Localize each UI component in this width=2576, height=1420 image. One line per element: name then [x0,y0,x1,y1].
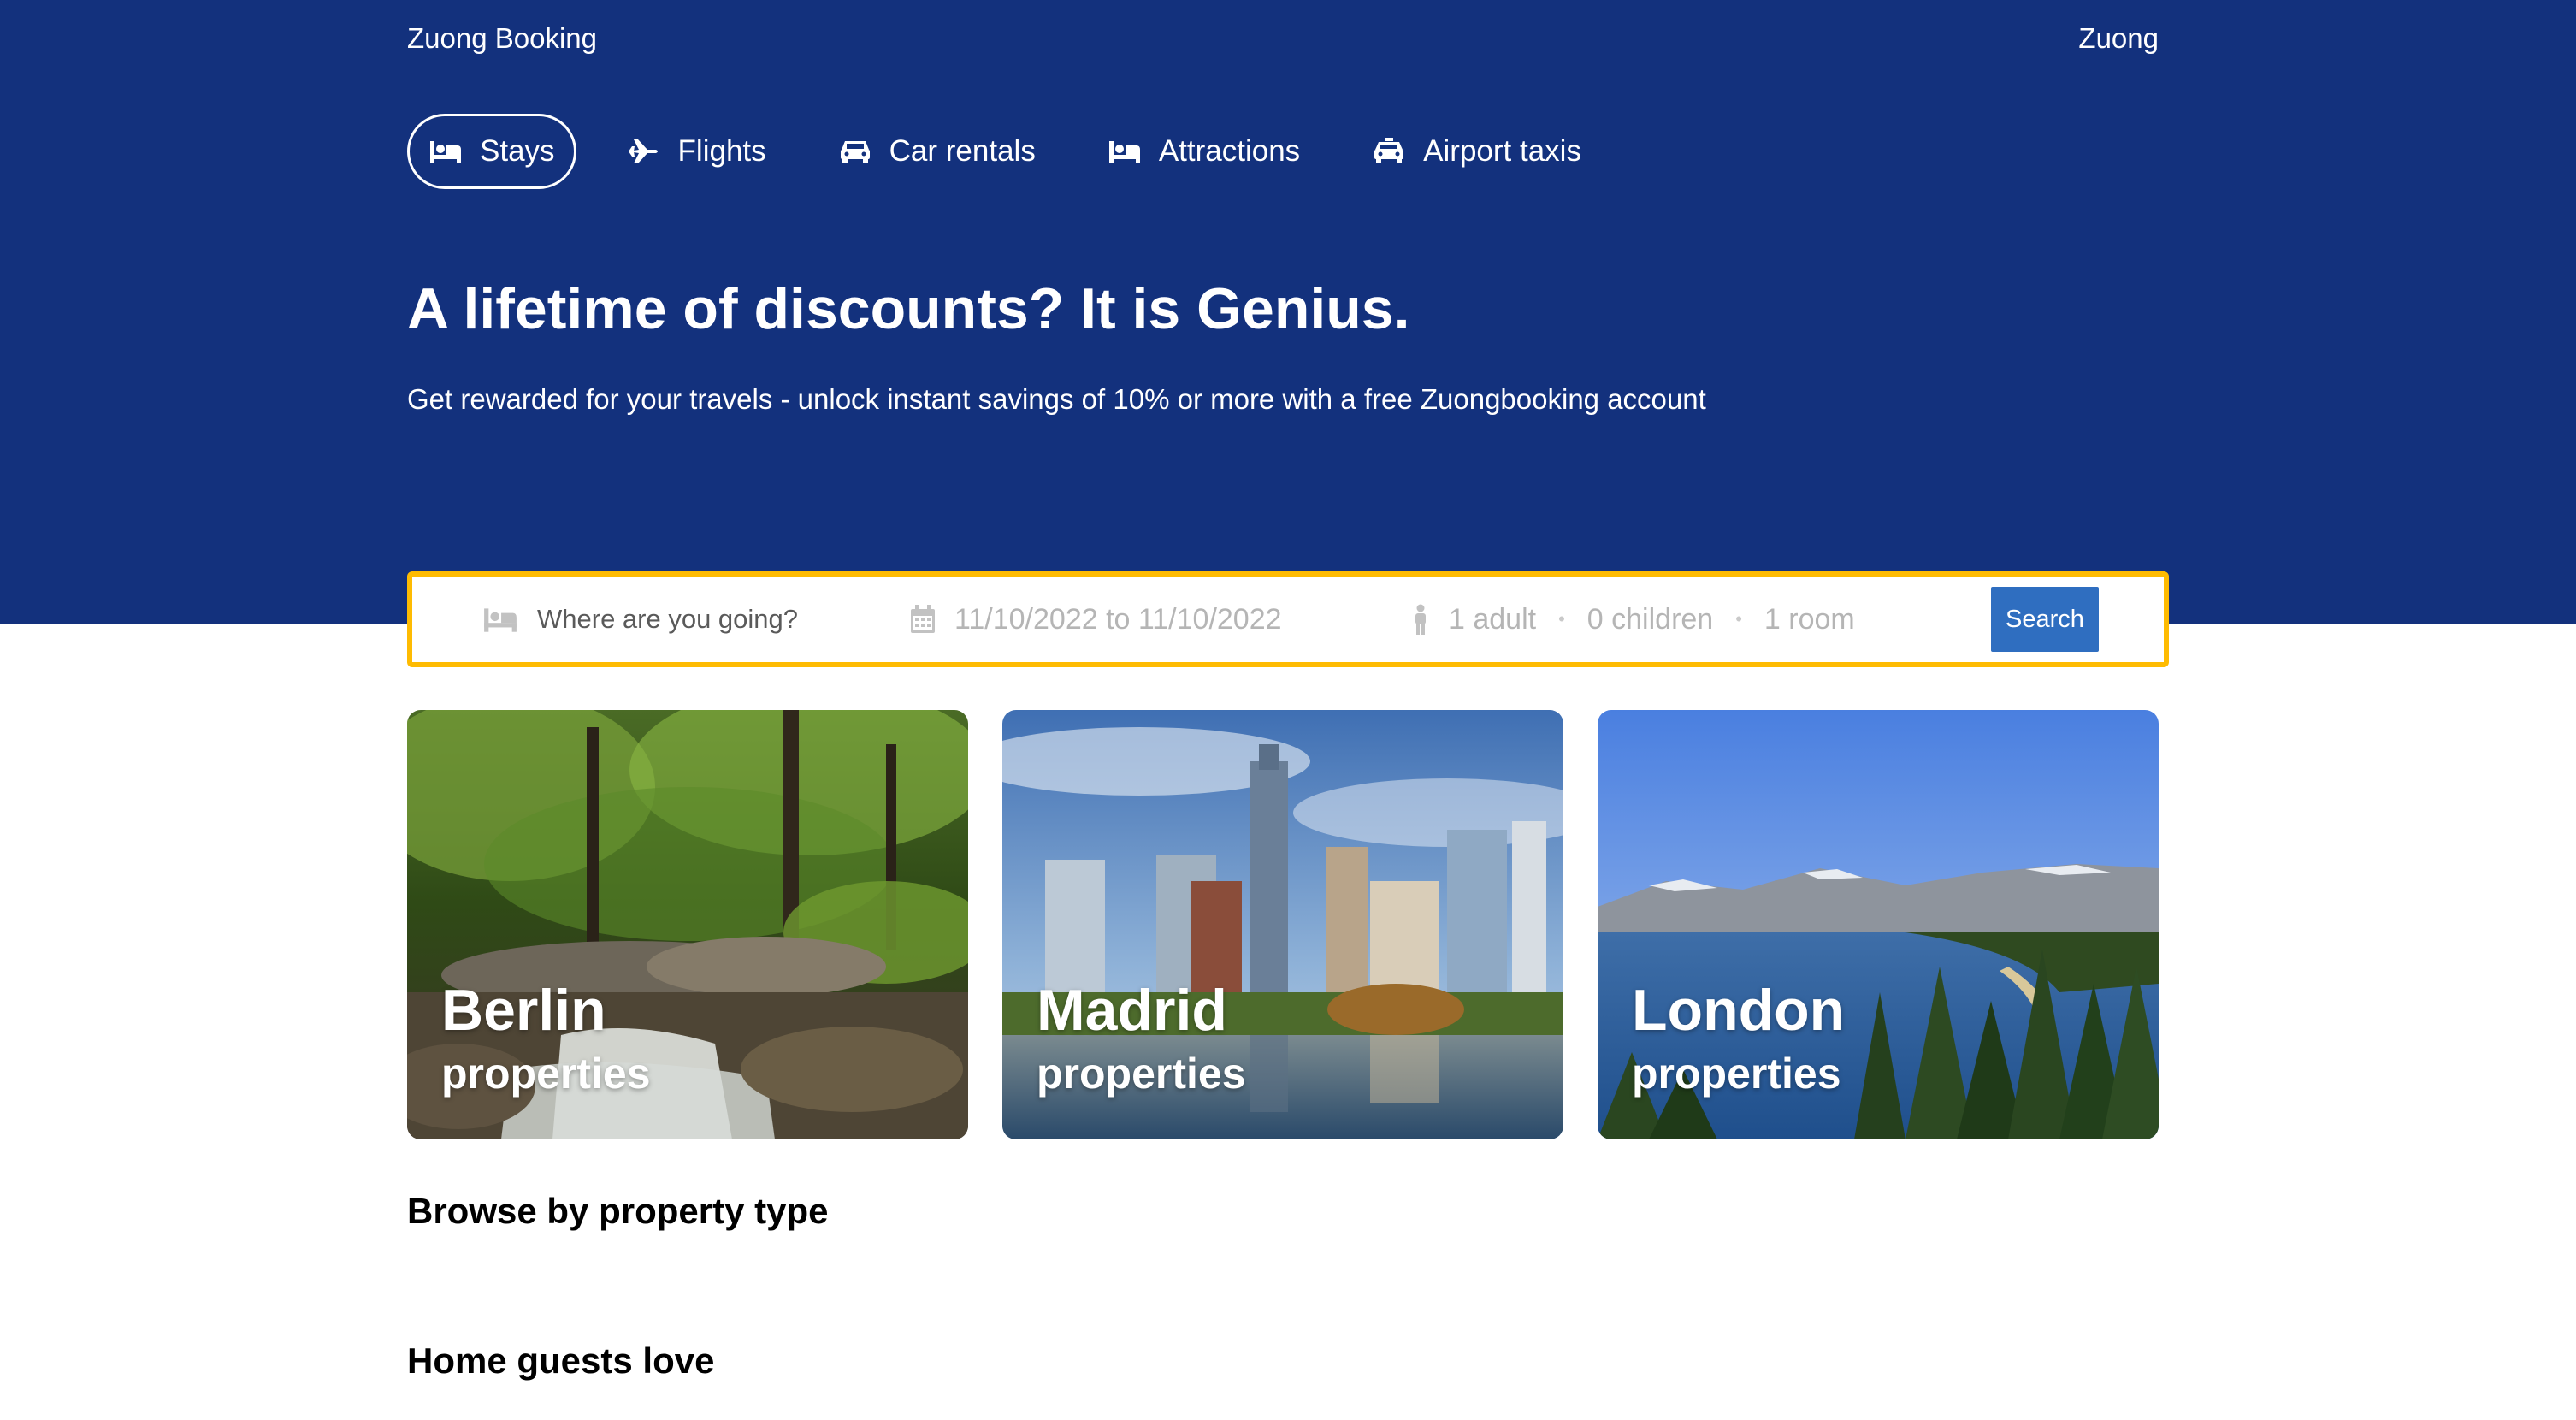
section-title-property-type: Browse by property type [407,1191,829,1231]
separator: • [1735,608,1742,630]
nav-stays[interactable]: Stays [407,114,576,189]
guests-field[interactable]: 1 adult • 0 children • 1 room [1411,603,1991,636]
destination-input[interactable]: Where are you going? [537,604,798,635]
bed-icon [482,605,518,634]
section-title-guests-love: Home guests love [407,1340,715,1381]
search-bar: Where are you going? 11/10/2022 to 11/10… [407,571,2169,667]
destination-field[interactable]: Where are you going? [482,604,910,635]
nav-label: Stays [480,134,555,168]
separator: • [1558,608,1565,630]
date-field[interactable]: 11/10/2022 to 11/10/2022 [910,603,1411,636]
city-subtitle: properties [441,1050,651,1098]
city-name: Berlin [441,978,606,1043]
city-name: London [1632,978,1846,1043]
top-bar: Zuong Booking Zuong [407,15,2159,62]
city-card-madrid[interactable]: Madrid properties [1002,710,1563,1139]
date-range[interactable]: 11/10/2022 to 11/10/2022 [954,603,1282,636]
nav-attractions[interactable]: Attractions [1086,114,1321,189]
bed-icon [1108,138,1142,165]
city-card-london[interactable]: London properties [1598,710,2159,1139]
nav-label: Attractions [1158,134,1301,168]
nav-airport-taxis[interactable]: Airport taxis [1350,114,1603,189]
nav-flights[interactable]: Flights [606,114,788,189]
hero-title: A lifetime of discounts? It is Genius. [407,276,1410,341]
plane-icon [627,138,661,165]
nav-car-rentals[interactable]: Car rentals [817,114,1057,189]
city-subtitle: properties [1632,1050,1841,1098]
city-subtitle: properties [1037,1050,1246,1098]
car-icon [838,138,872,165]
calendar-icon [910,605,936,634]
user-name[interactable]: Zuong [2078,22,2159,55]
taxi-icon [1372,138,1406,165]
hero-subtitle: Get rewarded for your travels - unlock i… [407,383,1706,415]
featured-cities: Berlin properties Madrid properties Lond… [407,710,2159,1139]
rooms-count: 1 room [1764,602,1855,636]
nav-label: Car rentals [889,134,1036,168]
brand-logo[interactable]: Zuong Booking [407,22,597,55]
city-card-berlin[interactable]: Berlin properties [407,710,968,1139]
nav-label: Airport taxis [1423,134,1581,168]
bed-icon [428,138,463,165]
person-icon [1411,604,1430,635]
adults-count: 1 adult [1449,602,1537,636]
main-nav: Stays Flights Car rentals Attractions Ai… [407,114,2159,189]
search-button[interactable]: Search [1991,587,2099,652]
children-count: 0 children [1586,602,1714,636]
city-name: Madrid [1037,978,1227,1043]
nav-label: Flights [677,134,766,168]
